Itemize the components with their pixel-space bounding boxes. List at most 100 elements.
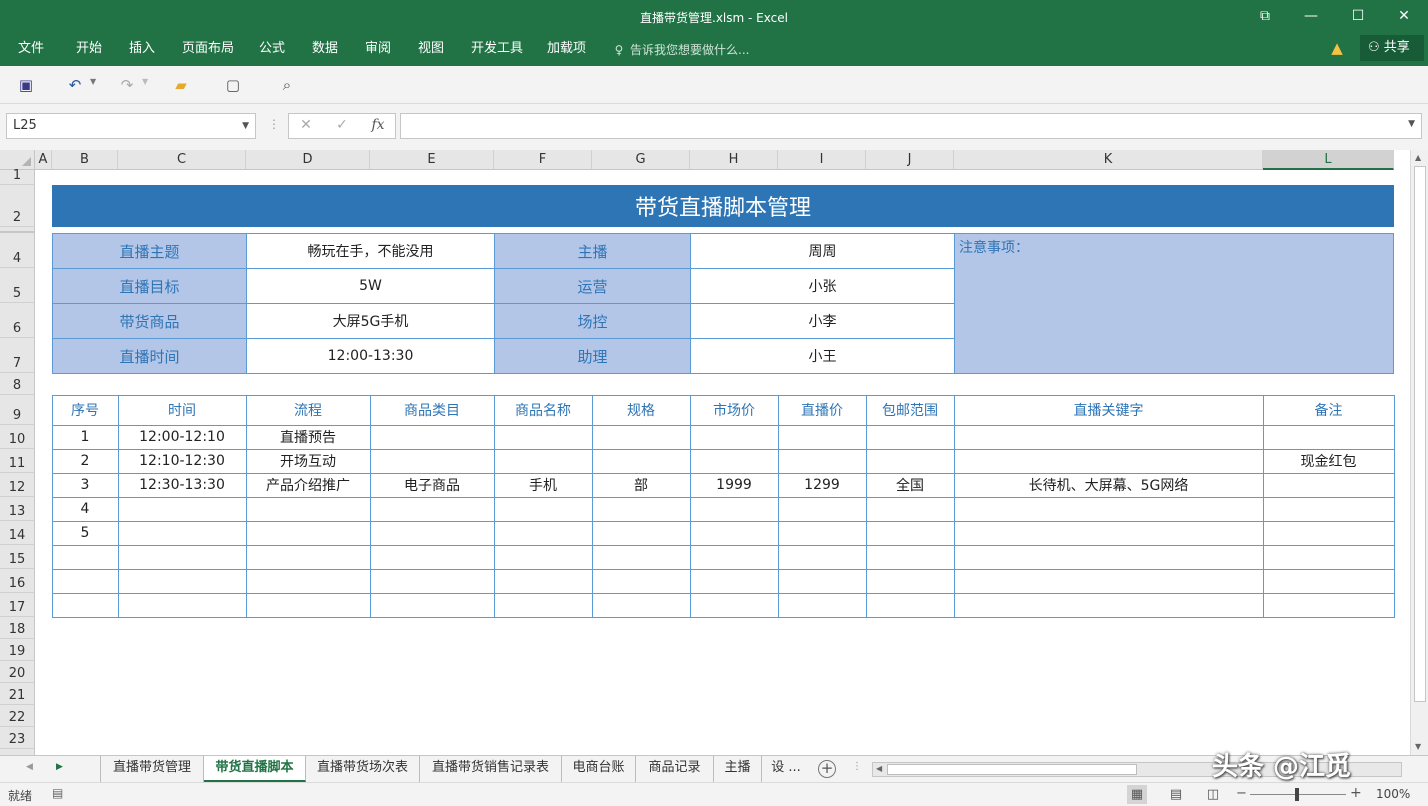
row-header-2[interactable]: 2 bbox=[0, 185, 35, 227]
tab-add-ins[interactable]: 加载项 bbox=[547, 38, 586, 60]
tab-formulas[interactable]: 公式 bbox=[259, 38, 285, 60]
table-cell-category[interactable] bbox=[370, 521, 494, 545]
sheet-tab-7[interactable]: 主播 bbox=[714, 756, 762, 782]
row-header-21[interactable]: 21 bbox=[0, 683, 35, 705]
table-cell-keywords[interactable] bbox=[954, 425, 1263, 449]
column-header-b[interactable]: B bbox=[52, 150, 118, 170]
table-cell-product[interactable] bbox=[494, 521, 592, 545]
table-header-time[interactable]: 时间 bbox=[118, 395, 246, 425]
row-header-23[interactable]: 23 bbox=[0, 727, 35, 749]
table-header-live-price[interactable]: 直播价 bbox=[778, 395, 866, 425]
normal-view-icon[interactable]: ▦ bbox=[1127, 785, 1147, 804]
table-cell-remarks[interactable]: 现金红包 bbox=[1263, 449, 1394, 473]
formula-bar-splitter[interactable]: ⋮ bbox=[268, 117, 280, 131]
row-header-1[interactable]: 1 bbox=[0, 168, 35, 185]
table-cell-remarks[interactable] bbox=[1263, 425, 1394, 449]
table-cell-category[interactable] bbox=[370, 425, 494, 449]
table-cell-shipping[interactable] bbox=[866, 569, 954, 593]
tab-scroll-right-icon[interactable]: ▶ bbox=[56, 762, 63, 772]
table-cell-flow[interactable] bbox=[246, 593, 370, 617]
table-cell-shipping[interactable]: 全国 bbox=[866, 473, 954, 497]
info-label-product[interactable]: 带货商品 bbox=[52, 303, 247, 339]
share-button[interactable]: ⚇ 共享 bbox=[1360, 35, 1424, 61]
redo-dropdown-icon[interactable]: ▼ bbox=[142, 77, 148, 86]
info-value-product[interactable]: 大屏5G手机 bbox=[246, 303, 495, 339]
table-cell-product[interactable] bbox=[494, 593, 592, 617]
sheet-tab-2[interactable]: 带货直播脚本 bbox=[204, 756, 306, 782]
add-sheet-icon[interactable]: + bbox=[818, 760, 836, 778]
table-cell-spec[interactable]: 部 bbox=[592, 473, 690, 497]
column-header-h[interactable]: H bbox=[690, 150, 778, 170]
table-cell-time[interactable]: 12:00-12:10 bbox=[118, 425, 246, 449]
table-cell-remarks[interactable] bbox=[1263, 569, 1394, 593]
table-cell-shipping[interactable] bbox=[866, 449, 954, 473]
table-cell-market-price[interactable] bbox=[690, 449, 778, 473]
table-cell-keywords[interactable] bbox=[954, 569, 1263, 593]
table-cell-flow[interactable] bbox=[246, 497, 370, 521]
undo-dropdown-icon[interactable]: ▼ bbox=[90, 77, 96, 86]
table-cell-flow[interactable] bbox=[246, 521, 370, 545]
insert-function-icon[interactable]: fx bbox=[369, 117, 387, 133]
row-header-13[interactable]: 13 bbox=[0, 497, 35, 521]
table-cell-category[interactable] bbox=[370, 545, 494, 569]
table-cell-product[interactable] bbox=[494, 497, 592, 521]
table-cell-seq[interactable]: 5 bbox=[52, 521, 118, 545]
cancel-icon[interactable]: ✕ bbox=[297, 117, 315, 133]
table-cell-flow[interactable]: 产品介绍推广 bbox=[246, 473, 370, 497]
info-label-theme[interactable]: 直播主题 bbox=[52, 233, 247, 269]
tab-page-layout[interactable]: 页面布局 bbox=[182, 38, 234, 60]
sheet-tab-more[interactable]: 设 ... bbox=[762, 756, 810, 782]
table-cell-market-price[interactable]: 1999 bbox=[690, 473, 778, 497]
table-cell-keywords[interactable]: 长待机、大屏幕、5G网络 bbox=[954, 473, 1263, 497]
info-label-time[interactable]: 直播时间 bbox=[52, 338, 247, 374]
column-header-f[interactable]: F bbox=[494, 150, 592, 170]
row-header-15[interactable]: 15 bbox=[0, 545, 35, 569]
info-value-theme[interactable]: 畅玩在手，不能没用 bbox=[246, 233, 495, 269]
table-cell-spec[interactable] bbox=[592, 593, 690, 617]
sheet-tab-1[interactable]: 直播带货管理 bbox=[100, 756, 204, 782]
table-cell-live-price[interactable] bbox=[778, 449, 866, 473]
table-cell-product[interactable] bbox=[494, 449, 592, 473]
warning-icon[interactable]: ▲ bbox=[1328, 39, 1346, 57]
sheet-tab-4[interactable]: 直播带货销售记录表 bbox=[420, 756, 562, 782]
table-cell-seq[interactable]: 4 bbox=[52, 497, 118, 521]
column-header-i[interactable]: I bbox=[778, 150, 866, 170]
table-header-flow[interactable]: 流程 bbox=[246, 395, 370, 425]
table-cell-live-price[interactable]: 1299 bbox=[778, 473, 866, 497]
table-header-keywords[interactable]: 直播关键字 bbox=[954, 395, 1263, 425]
tab-file[interactable]: 文件 bbox=[18, 38, 44, 60]
sheet-tab-5[interactable]: 电商台账 bbox=[562, 756, 636, 782]
save-icon[interactable]: ▣ bbox=[15, 75, 37, 95]
table-header-market-price[interactable]: 市场价 bbox=[690, 395, 778, 425]
column-header-l[interactable]: L bbox=[1263, 150, 1394, 170]
table-cell-spec[interactable] bbox=[592, 497, 690, 521]
table-cell-live-price[interactable] bbox=[778, 593, 866, 617]
table-cell-spec[interactable] bbox=[592, 449, 690, 473]
row-header-7[interactable]: 7 bbox=[0, 338, 35, 373]
table-cell-remarks[interactable] bbox=[1263, 473, 1394, 497]
table-cell-seq[interactable]: 1 bbox=[52, 425, 118, 449]
column-header-j[interactable]: J bbox=[866, 150, 954, 170]
tab-insert[interactable]: 插入 bbox=[129, 38, 155, 60]
table-cell-shipping[interactable] bbox=[866, 425, 954, 449]
info-value-time[interactable]: 12:00-13:30 bbox=[246, 338, 495, 374]
table-cell-time[interactable]: 12:30-13:30 bbox=[118, 473, 246, 497]
table-cell-flow[interactable] bbox=[246, 545, 370, 569]
enter-icon[interactable]: ✓ bbox=[333, 117, 351, 133]
info-value-floor-control[interactable]: 小李 bbox=[690, 303, 955, 339]
table-header-spec[interactable]: 规格 bbox=[592, 395, 690, 425]
info-value-host[interactable]: 周周 bbox=[690, 233, 955, 269]
table-cell-remarks[interactable] bbox=[1263, 521, 1394, 545]
table-header-product[interactable]: 商品名称 bbox=[494, 395, 592, 425]
sheet-title-banner[interactable]: 带货直播脚本管理 bbox=[52, 185, 1394, 227]
horizontal-scroll-thumb[interactable] bbox=[887, 764, 1137, 775]
new-file-icon[interactable]: ▢ bbox=[222, 75, 244, 95]
table-cell-live-price[interactable] bbox=[778, 521, 866, 545]
worksheet-grid[interactable]: A B C D E F G H I J K L 1 2 4 5 6 7 8 9 … bbox=[0, 150, 1410, 755]
tab-scroll-left-icon[interactable]: ◀ bbox=[26, 762, 33, 772]
table-cell-spec[interactable] bbox=[592, 569, 690, 593]
table-cell-remarks[interactable] bbox=[1263, 593, 1394, 617]
expand-formula-bar-icon[interactable]: ▼ bbox=[1408, 119, 1415, 129]
row-header-19[interactable]: 19 bbox=[0, 639, 35, 661]
print-preview-icon[interactable]: ⌕ bbox=[276, 75, 298, 95]
